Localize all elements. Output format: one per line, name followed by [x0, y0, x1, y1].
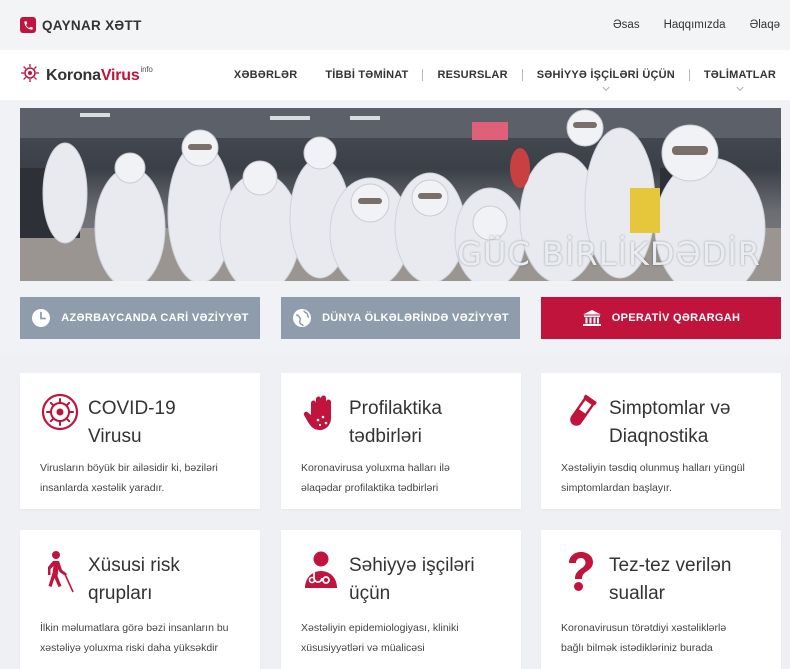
card-description-line: Xəstəliyin epidemiologiyası, kliniki [301, 622, 459, 634]
card-prevention-measures[interactable]: Profilaktika tədbirləri Koronavirusa yolu… [281, 373, 521, 509]
card-title: Səhiyyə işçiləri üçün [349, 552, 519, 608]
main-header: KoronaVirusinfo XƏBƏRLƏR TİBBİ TƏMİNAT R… [0, 50, 790, 100]
operative-headquarters-button[interactable]: OPERATİV QƏRARGAH [541, 297, 781, 339]
nav-item-news[interactable]: XƏBƏRLƏR [220, 69, 311, 81]
card-description-line: simptomlardan başlayır. [561, 482, 672, 494]
card-title-line: qrupları [88, 583, 153, 604]
card-symptoms-diagnostics[interactable]: Simptomlar və Diaqnostika Xəstəliyin təsd… [541, 373, 781, 509]
virus-icon [40, 393, 80, 437]
card-description-line: Xəstəliyin təsdiq olunmuş halları yüngül [561, 462, 745, 474]
top-link-contact[interactable]: Əlaqə [750, 19, 780, 31]
card-description-line: Virusların böyük bir ailəsidir ki, bəzil… [40, 462, 218, 474]
phone-icon [20, 17, 36, 33]
blind-person-icon [40, 550, 80, 594]
top-bar: QAYNAR XƏTT Əsas Haqqımızda Əlaqə [0, 0, 790, 50]
site-logo[interactable]: KoronaVirusinfo [20, 63, 220, 88]
card-title-line: Diaqnostika [609, 426, 709, 447]
globe-icon [292, 308, 312, 328]
card-title: Tez-tez verilən suallar [609, 552, 779, 608]
card-title-line: Tez-tez verilən [609, 555, 732, 576]
hand-icon [301, 393, 341, 437]
card-title: Simptomlar və Diaqnostika [609, 395, 779, 451]
current-situation-azerbaijan-label: AZƏRBAYCANDA CARİ VƏZİYYƏT [61, 312, 249, 324]
clock-icon [31, 308, 51, 328]
nav-item-health-workers[interactable]: SƏHİYYƏ İŞÇİLƏRİ ÜÇÜN [523, 69, 689, 92]
world-situation-label: DÜNYA ÖLKƏLƏRİNDƏ VƏZİYYƏT [322, 312, 509, 324]
card-title-line: suallar [609, 583, 665, 604]
card-description-line: bağlı bilmək istədikləriniz burada [561, 642, 713, 654]
card-description: Xəstəliyin təsdiq olunmuş halları yüngül… [561, 458, 771, 498]
card-title-line: Virusu [88, 426, 142, 447]
card-description-line: xüsusiyyətləri və müalicəsi [301, 642, 425, 654]
card-title: COVID-19 Virusu [88, 395, 258, 451]
card-title-line: Səhiyyə işçiləri [349, 555, 475, 576]
card-description-line: əlaqədar profilaktika tədbirləri [301, 482, 439, 494]
card-health-workers[interactable]: Səhiyyə işçiləri üçün Xəstəliyin epidemio… [281, 530, 521, 669]
hotline-label: QAYNAR XƏTT [42, 17, 142, 33]
card-description-line: insanlarda xəstəlik yaradır. [40, 482, 165, 494]
info-cards: COVID-19 Virusu Virusların böyük bir ailə… [0, 355, 790, 669]
card-title-line: tədbirləri [349, 426, 422, 447]
hotline-link[interactable]: QAYNAR XƏTT [20, 17, 142, 33]
card-description-line: İlkin məlumatlara görə bəzi insanların b… [40, 622, 229, 634]
card-title: Profilaktika tədbirləri [349, 395, 519, 451]
card-description: Virusların böyük bir ailəsidir ki, bəzil… [40, 458, 250, 498]
government-building-icon [582, 308, 602, 328]
main-nav: XƏBƏRLƏR TİBBİ TƏMİNAT RESURSLAR SƏHİYYƏ… [220, 69, 790, 92]
test-tube-icon [561, 393, 601, 437]
card-description: Koronavirusa yoluxma halları ilə əlaqədar… [301, 458, 511, 498]
nav-item-instructions[interactable]: TƏLİMATLAR [690, 69, 790, 92]
card-description-line: Koronavirusun törətdiyi xəstəliklərlə [561, 622, 727, 634]
question-mark-icon [561, 550, 601, 594]
logo-text-part1: Korona [46, 67, 101, 84]
card-title-line: üçün [349, 583, 391, 604]
card-description: Xəstəliyin epidemiologiyası, kliniki xüsu… [301, 618, 511, 658]
nav-item-resources[interactable]: RESURSLAR [423, 69, 521, 81]
current-situation-azerbaijan-button[interactable]: AZƏRBAYCANDA CARİ VƏZİYYƏT [20, 297, 260, 339]
logo-superscript: info [140, 65, 153, 74]
top-link-about[interactable]: Haqqımızda [664, 19, 726, 31]
action-buttons: AZƏRBAYCANDA CARİ VƏZİYYƏT DÜNYA ÖLKƏLƏR… [20, 297, 781, 339]
nav-item-medical-supply[interactable]: TİBBİ TƏMİNAT [311, 69, 422, 81]
doctor-icon [301, 550, 341, 594]
nav-item-instructions-label: TƏLİMATLAR [703, 69, 776, 81]
card-description: Koronavirusun törətdiyi xəstəliklərlə bağ… [561, 618, 771, 658]
card-special-risk-groups[interactable]: Xüsusi risk qrupları İlkin məlumatlara gö… [20, 530, 260, 669]
chevron-down-icon [736, 83, 744, 92]
card-title: Xüsusi risk qrupları [88, 552, 258, 608]
logo-text: KoronaVirusinfo [46, 65, 153, 85]
operative-headquarters-label: OPERATİV QƏRARGAH [611, 312, 741, 324]
hero-banner[interactable]: GÜC BİRLİKDƏDİR [20, 108, 781, 281]
card-description: İlkin məlumatlara görə bəzi insanların b… [40, 618, 250, 658]
logo-text-part2: Virus [100, 67, 140, 84]
card-faq[interactable]: Tez-tez verilən suallar Koronavirusun tör… [541, 530, 781, 669]
virus-logo-icon [20, 63, 40, 88]
card-covid19-virus[interactable]: COVID-19 Virusu Virusların böyük bir ailə… [20, 373, 260, 509]
banner-slogan: GÜC BİRLİKDƏDİR [457, 235, 761, 273]
card-title-line: COVID-19 [88, 398, 176, 419]
world-situation-button[interactable]: DÜNYA ÖLKƏLƏRİNDƏ VƏZİYYƏT [281, 297, 520, 339]
chevron-down-icon [602, 83, 610, 92]
card-description-line: xəstəliyə yoluxma riski daha yüksəkdir [40, 642, 218, 654]
card-title-line: Xüsusi risk [88, 555, 180, 576]
nav-item-health-workers-label: SƏHİYYƏ İŞÇİLƏRİ ÜÇÜN [536, 69, 675, 81]
top-link-home[interactable]: Əsas [613, 19, 640, 31]
card-title-line: Profilaktika [349, 398, 442, 419]
card-description-line: Koronavirusa yoluxma halları ilə [301, 462, 450, 474]
top-links: Əsas Haqqımızda Əlaqə [613, 19, 780, 31]
card-title-line: Simptomlar və [609, 398, 731, 419]
